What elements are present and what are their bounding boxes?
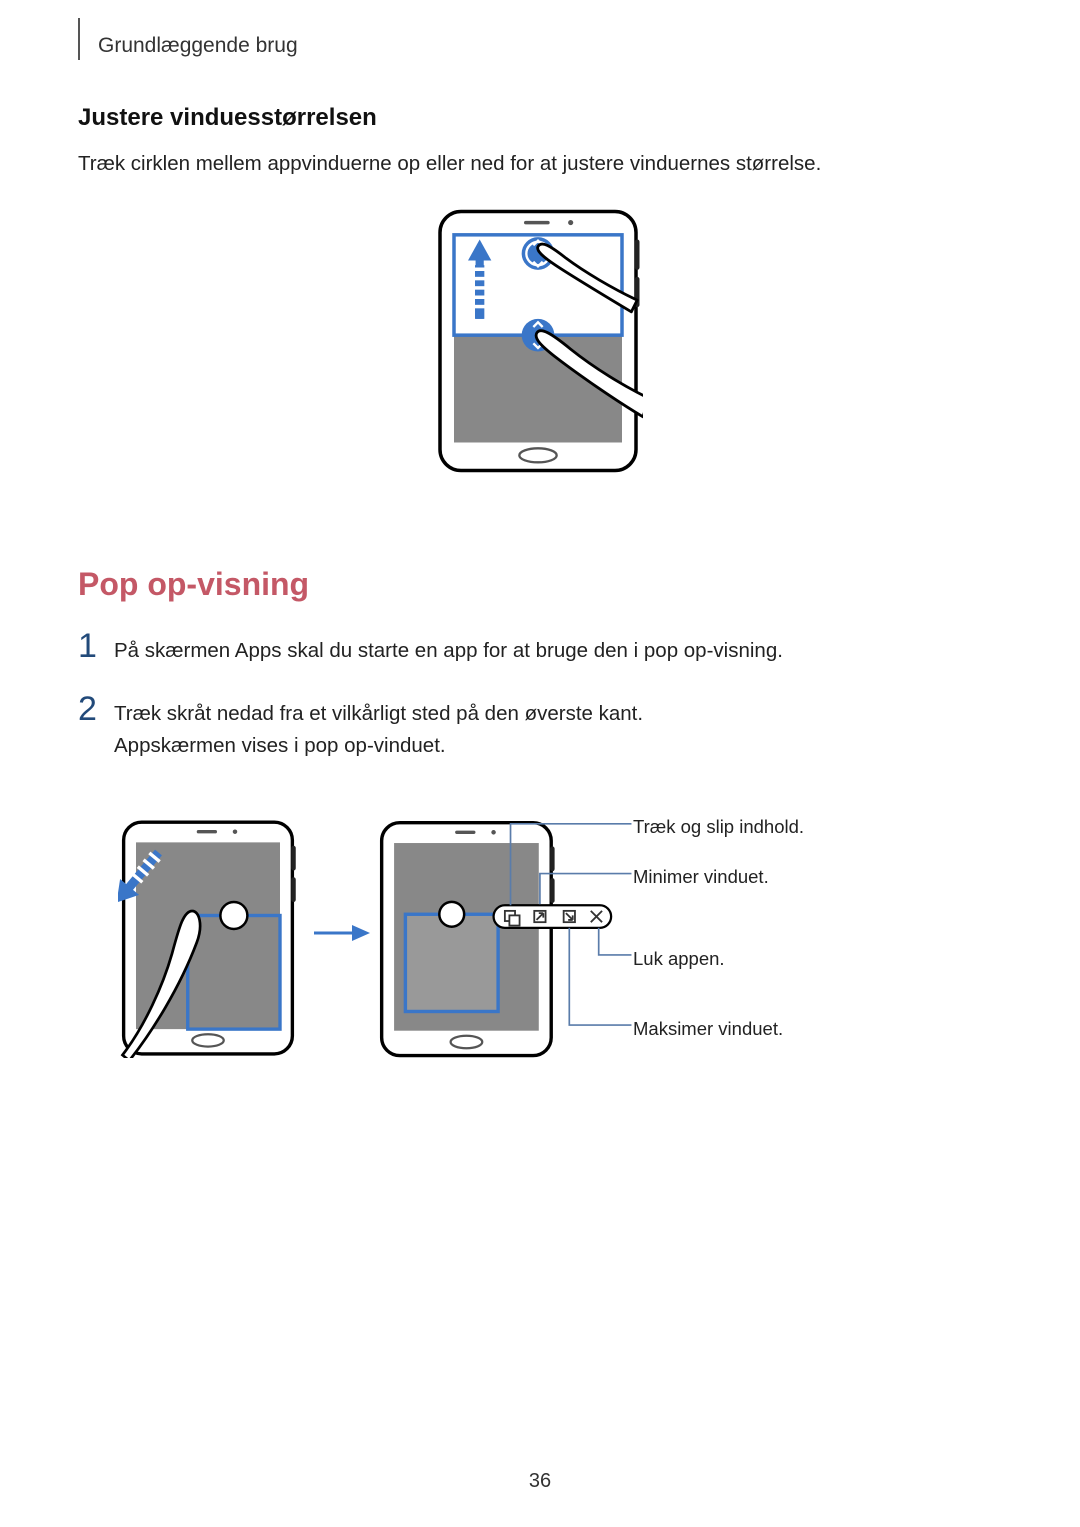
step-1: 1 På skærmen Apps skal du starte en app …	[78, 633, 998, 667]
callout-maximize: Maksimer vinduet.	[633, 1018, 783, 1040]
callout-minimize: Minimer vinduet.	[633, 866, 769, 888]
step-text: På skærmen Apps skal du starte en app fo…	[114, 633, 783, 667]
callout-drag: Træk og slip indhold.	[633, 816, 804, 838]
arrow-icon	[312, 918, 372, 948]
step-text: Træk skråt nedad fra et vilkårligt sted …	[114, 696, 643, 762]
step-number: 2	[78, 692, 114, 726]
step-2: 2 Træk skråt nedad fra et vilkårligt ste…	[78, 696, 998, 762]
paragraph-adjust: Træk cirklen mellem appvinduerne op elle…	[78, 150, 998, 178]
running-header: Grundlæggende brug	[98, 34, 298, 58]
step-number: 1	[78, 629, 114, 663]
heading-popup: Pop op-visning	[78, 566, 998, 603]
illustration-popup: Træk og slip indhold. Minimer vinduet. L…	[78, 798, 998, 1078]
illustration-adjust-window	[433, 206, 643, 476]
subheading-adjust: Justere vinduesstørrelsen	[78, 104, 998, 132]
callout-close: Luk appen.	[633, 948, 725, 970]
page-number: 36	[0, 1470, 1080, 1493]
